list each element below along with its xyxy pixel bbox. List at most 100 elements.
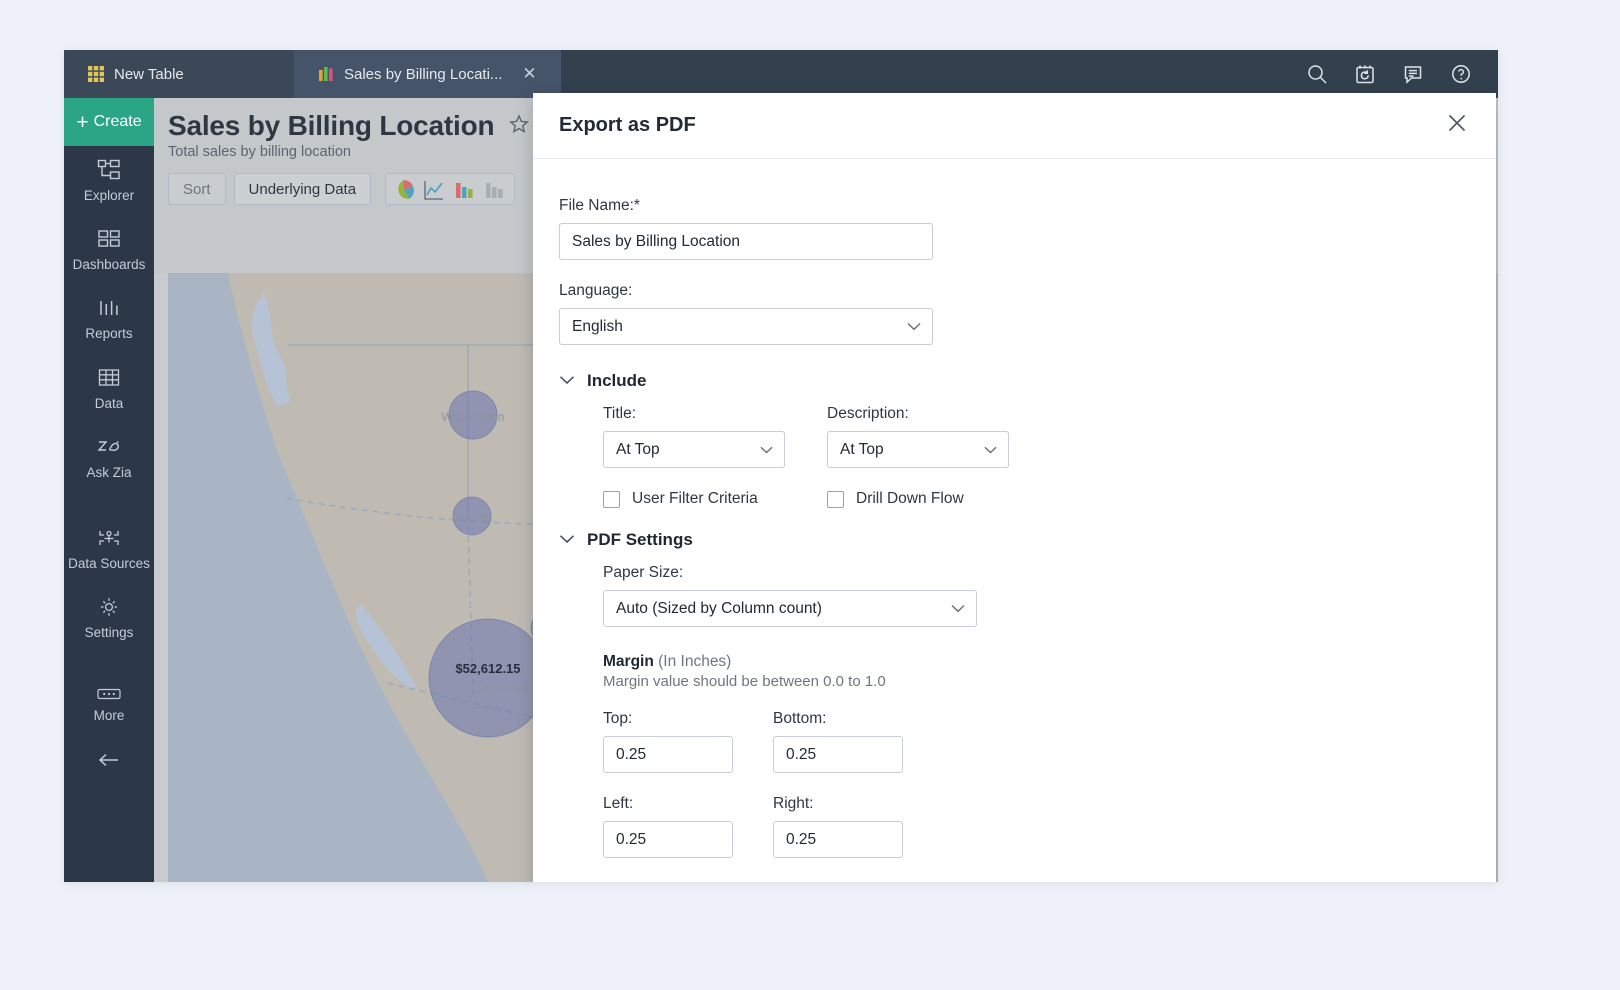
drill-down-flow-label: Drill Down Flow: [856, 490, 964, 507]
margin-right-input[interactable]: [773, 821, 903, 858]
chart-type-group: [385, 173, 516, 205]
pie-chart-icon[interactable]: [392, 178, 418, 200]
map-label-washington: Washington: [442, 410, 505, 424]
tab-sales-by-billing-location[interactable]: Sales by Billing Locati... ✕: [294, 50, 561, 98]
include-title-field: Title: At Top: [603, 405, 785, 468]
data-icon: [66, 367, 152, 389]
language-select[interactable]: English: [559, 308, 933, 345]
application-window: New Table Sales by Billing Locati... ✕ +…: [64, 50, 1498, 882]
include-description-select-wrapper: At Top: [827, 431, 1009, 468]
plus-icon: +: [76, 110, 89, 134]
tab-bar: New Table Sales by Billing Locati... ✕: [64, 50, 1498, 98]
sidebar-item-more[interactable]: More: [64, 674, 154, 735]
margin-bottom-label: Bottom:: [773, 710, 827, 727]
dialog-title: Export as PDF: [559, 114, 696, 136]
settings-icon: [66, 596, 152, 618]
margin-top-input[interactable]: [603, 736, 733, 773]
paper-size-select[interactable]: Auto (Sized by Column count): [603, 590, 977, 627]
close-icon[interactable]: [1446, 112, 1468, 139]
pdf-settings-section-header[interactable]: PDF Settings: [559, 530, 1470, 550]
margin-hint: Margin value should be between 0.0 to 1.…: [603, 673, 886, 690]
chat-icon[interactable]: [1402, 63, 1424, 85]
pdf-settings-section-title: PDF Settings: [587, 530, 693, 549]
dialog-header: Export as PDF: [533, 93, 1496, 159]
margin-bottom-field: Bottom:: [773, 710, 903, 773]
search-icon[interactable]: [1306, 63, 1328, 85]
sidebar-item-data[interactable]: Data: [64, 354, 154, 423]
language-select-wrapper: English: [559, 308, 933, 345]
create-label: Create: [93, 113, 142, 130]
collapse-left-icon: [95, 753, 123, 774]
margin-right-field: Right:: [773, 795, 903, 858]
include-title-select[interactable]: At Top: [603, 431, 785, 468]
chevron-down-icon: [559, 531, 575, 549]
sidebar-item-settings[interactable]: Settings: [64, 583, 154, 652]
include-description-label: Description:: [827, 405, 909, 422]
line-chart-icon[interactable]: [422, 178, 448, 200]
user-filter-criteria-checkbox[interactable]: [603, 490, 620, 508]
file-name-input[interactable]: [559, 223, 933, 260]
user-filter-criteria-row[interactable]: User Filter Criteria: [603, 490, 791, 508]
export-as-pdf-dialog: Export as PDF File Name:* Language: Engl…: [533, 93, 1496, 882]
sidebar-item-explorer[interactable]: Explorer: [64, 146, 154, 215]
margin-bottom-input[interactable]: [773, 736, 903, 773]
bar-chart-icon: [318, 66, 334, 82]
file-name-label: File Name:*: [559, 197, 640, 214]
dashboards-icon: [66, 228, 152, 250]
data-sources-icon: [66, 527, 152, 549]
sidebar-item-label: Ask Zia: [86, 464, 132, 480]
sidebar-item-label: Data Sources: [68, 555, 150, 571]
include-section-body: Title: At Top Description: At Top User F…: [559, 405, 1470, 508]
sidebar-collapse-button[interactable]: [64, 750, 154, 775]
sidebar-item-label: Dashboards: [72, 257, 146, 273]
reports-icon: [66, 297, 152, 319]
tab-label: Sales by Billing Locati...: [344, 65, 503, 83]
sidebar-item-data-sources[interactable]: Data Sources: [64, 514, 154, 583]
margin-block: Margin (In Inches) Margin value should b…: [603, 653, 1470, 690]
margin-top-field: Top:: [603, 710, 733, 773]
top-action-bar: [1306, 50, 1498, 98]
explorer-icon: [66, 159, 152, 181]
margin-left-input[interactable]: [603, 821, 733, 858]
margin-heading: Margin (In Inches): [603, 653, 1470, 671]
include-description-select[interactable]: At Top: [827, 431, 1009, 468]
grid-icon: [88, 66, 104, 82]
margin-left-field: Left:: [603, 795, 733, 858]
drill-down-flow-checkbox[interactable]: [827, 490, 844, 508]
drill-down-flow-row[interactable]: Drill Down Flow: [827, 490, 964, 508]
create-button[interactable]: + Create: [64, 98, 154, 146]
chevron-down-icon: [559, 372, 575, 390]
sidebar-item-label: More: [93, 708, 125, 724]
sidebar-item-label: Data: [94, 395, 124, 411]
tab-bar-spacer: [561, 50, 1306, 98]
sort-button[interactable]: Sort: [168, 173, 226, 205]
map-label-california: California: [476, 680, 527, 694]
include-description-field: Description: At Top: [827, 405, 1009, 468]
map-label-oregon: Oregon: [452, 510, 492, 524]
history-icon[interactable]: [1354, 63, 1376, 85]
sidebar-item-reports[interactable]: Reports: [64, 284, 154, 353]
include-section-title: Include: [587, 371, 647, 390]
paper-size-label: Paper Size:: [603, 564, 684, 581]
margin-top-label: Top:: [603, 710, 633, 727]
tab-new-table[interactable]: New Table: [64, 50, 294, 98]
horizontal-scroll-gutter[interactable]: [154, 273, 168, 882]
favorite-star-icon[interactable]: [508, 113, 530, 140]
sidebar-item-dashboards[interactable]: Dashboards: [64, 215, 154, 284]
more-icon: [66, 687, 152, 701]
margin-heading-text: Margin: [603, 653, 654, 670]
dialog-body: File Name:* Language: English: [533, 159, 1496, 882]
sidebar-item-ask-zia[interactable]: Ask Zia: [64, 423, 154, 492]
margin-left-label: Left:: [603, 795, 634, 812]
underlying-data-button[interactable]: Underlying Data: [233, 173, 372, 205]
language-label: Language:: [559, 282, 633, 299]
include-section-header[interactable]: Include: [559, 371, 1470, 391]
close-icon[interactable]: ✕: [522, 64, 536, 84]
tab-label: New Table: [114, 65, 184, 83]
bar-chart-icon[interactable]: [482, 178, 508, 200]
ask-zia-icon: [66, 436, 152, 458]
include-title-label: Title:: [603, 405, 637, 422]
margin-unit-text: (In Inches): [658, 653, 732, 670]
column-chart-icon[interactable]: [452, 178, 478, 200]
help-icon[interactable]: [1450, 63, 1472, 85]
